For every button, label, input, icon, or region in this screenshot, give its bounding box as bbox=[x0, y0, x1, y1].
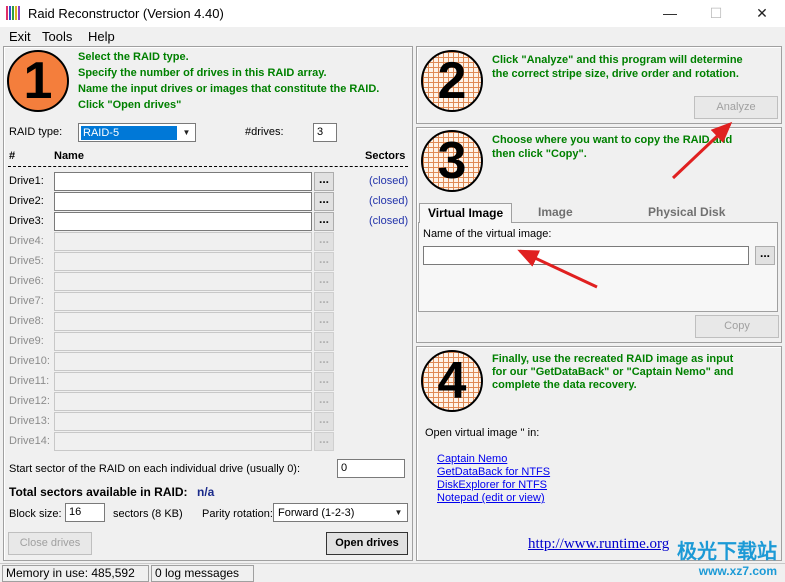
memory-status: Memory in use: 485,592 bbox=[2, 565, 149, 582]
watermark-url: www.xz7.com bbox=[698, 564, 777, 578]
arrow-to-analyze bbox=[671, 121, 733, 180]
status-bar: Memory in use: 485,592 0 log messages bbox=[0, 563, 785, 582]
watermark-logo: 极光下载站 bbox=[677, 539, 777, 563]
annotation-arrows bbox=[517, 121, 733, 289]
watermark: 极光下载站 www.xz7.com bbox=[677, 535, 777, 578]
log-status: 0 log messages bbox=[151, 565, 254, 582]
arrow-to-image-name bbox=[517, 249, 598, 289]
